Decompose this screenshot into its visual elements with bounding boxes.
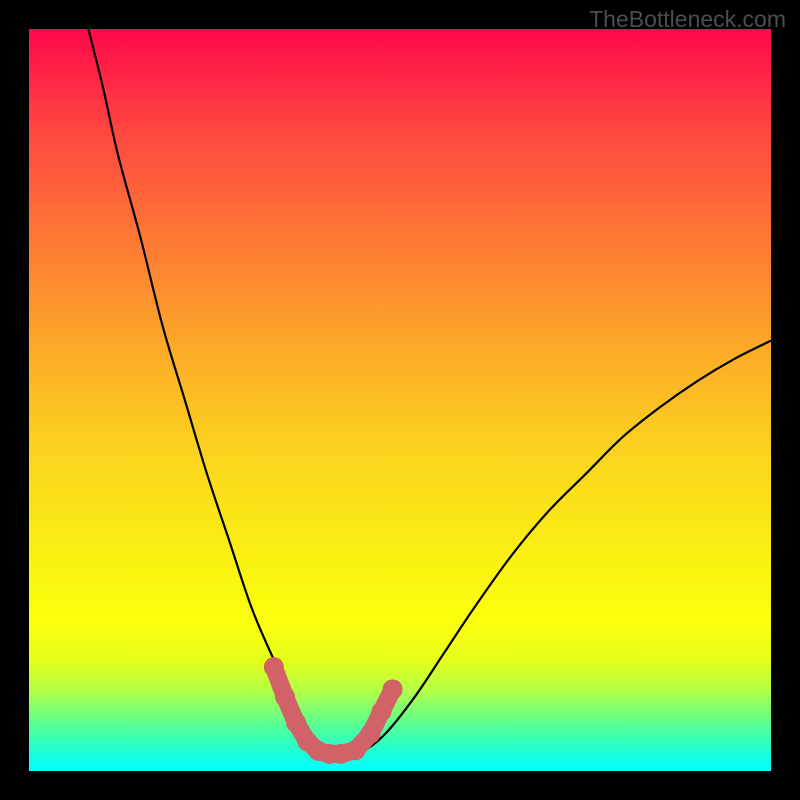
marker-dot: [371, 702, 391, 722]
marker-dot: [286, 713, 306, 733]
plot-area: [29, 29, 771, 771]
marker-dot: [360, 724, 380, 744]
chart-overlay: [29, 29, 771, 771]
watermark-text: TheBottleneck.com: [589, 6, 786, 33]
marker-dot: [264, 657, 284, 677]
marker-dot: [275, 687, 295, 707]
marker-dot: [383, 679, 403, 699]
marker-dot: [345, 740, 365, 760]
chart-frame: TheBottleneck.com: [0, 0, 800, 800]
bottleneck-curve: [88, 29, 771, 756]
